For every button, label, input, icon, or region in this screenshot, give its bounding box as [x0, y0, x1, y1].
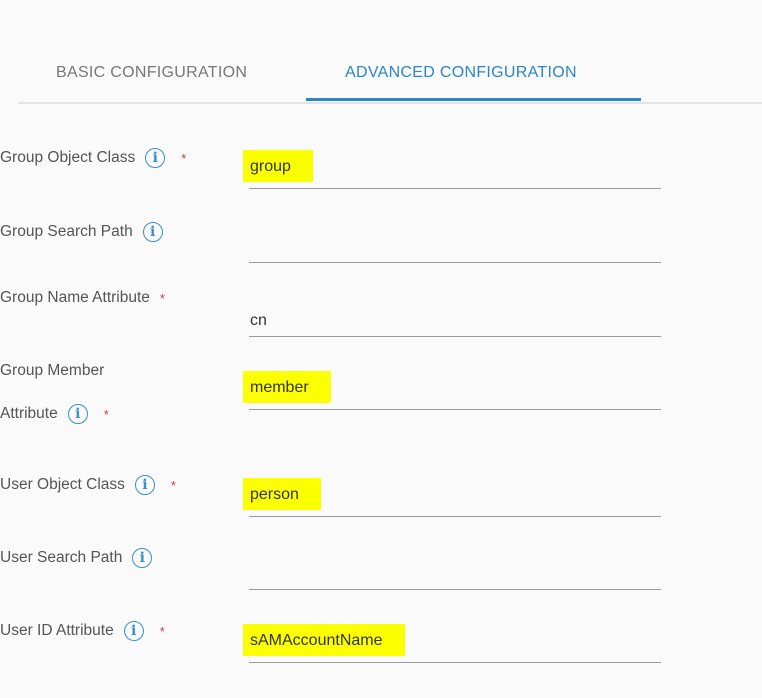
required-asterisk: * [159, 290, 165, 306]
group-member-attribute-input[interactable]: member [243, 371, 661, 410]
info-icon[interactable]: i [134, 475, 155, 495]
active-tab-indicator [306, 98, 641, 101]
field-value: sAMAccountName [243, 624, 405, 656]
user-id-attribute-input[interactable]: sAMAccountName [243, 624, 661, 663]
required-asterisk: * [181, 150, 187, 166]
label-text: User Object Class [0, 476, 125, 493]
label-text: Group Name Attribute [0, 289, 150, 306]
field-value: person [243, 478, 321, 510]
group-name-attribute-label: Group Name Attribute * [0, 289, 165, 307]
info-icon[interactable]: i [67, 404, 88, 424]
label-text: Attribute [0, 405, 58, 422]
required-asterisk: * [103, 406, 109, 422]
label-text: User ID Attribute [0, 622, 114, 639]
group-object-class-label: Group Object Class i * [0, 148, 186, 168]
label-text: Group Member [0, 362, 105, 379]
required-asterisk: * [159, 623, 165, 639]
group-search-path-input[interactable] [249, 232, 661, 263]
info-icon[interactable]: i [123, 621, 144, 641]
group-name-attribute-input[interactable]: cn [249, 306, 661, 337]
user-search-path-label: User Search Path i [0, 548, 153, 568]
label-text: User Search Path [0, 549, 123, 566]
field-value: cn [250, 312, 267, 329]
info-icon[interactable]: i [142, 222, 163, 242]
group-object-class-input[interactable]: group [243, 150, 661, 189]
user-search-path-input[interactable] [249, 559, 661, 590]
field-value: member [243, 371, 331, 403]
user-object-class-input[interactable]: person [243, 478, 661, 517]
user-id-attribute-label: User ID Attribute i * [0, 621, 165, 641]
info-icon[interactable]: i [145, 148, 166, 168]
info-icon[interactable]: i [132, 548, 153, 568]
user-object-class-label: User Object Class i * [0, 475, 176, 495]
required-asterisk: * [170, 477, 176, 493]
config-tabs: BASIC CONFIGURATION ADVANCED CONFIGURATI… [18, 50, 762, 104]
label-text: Group Search Path [0, 223, 133, 240]
group-search-path-label: Group Search Path i [0, 222, 163, 242]
tab-advanced-configuration[interactable]: ADVANCED CONFIGURATION [345, 64, 577, 82]
group-member-attribute-label-line1: Group Member [0, 362, 104, 380]
group-member-attribute-label-line2: Attribute i * [0, 404, 109, 424]
tab-basic-configuration[interactable]: BASIC CONFIGURATION [56, 64, 247, 82]
label-text: Group Object Class [0, 149, 136, 166]
field-value: group [243, 150, 313, 182]
